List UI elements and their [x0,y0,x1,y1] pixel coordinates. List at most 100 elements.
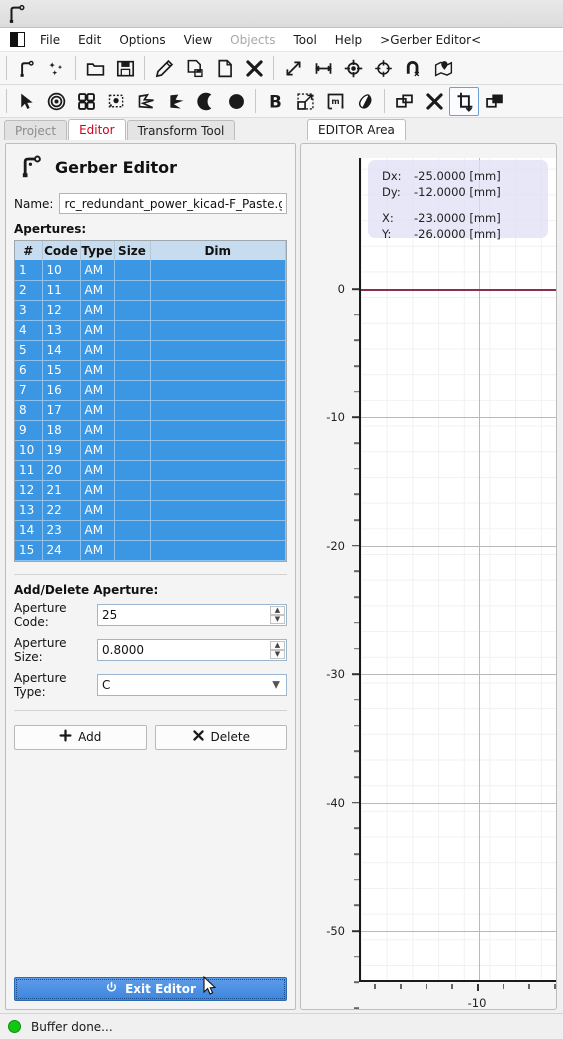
cell-aperture-dim[interactable] [150,400,286,421]
cell-aperture-type[interactable]: AM [80,500,115,521]
cell-aperture-index[interactable]: 4 [15,320,43,341]
cell-aperture-type[interactable]: AM [80,320,115,341]
cell-aperture-size[interactable] [114,420,151,441]
cell-aperture-type[interactable]: AM [80,400,115,421]
cell-aperture-size[interactable] [114,280,151,301]
cell-aperture-type[interactable]: AM [80,460,115,481]
tab-editor[interactable]: Editor [68,119,126,140]
cell-aperture-size[interactable] [114,300,151,321]
aperture-code-stepper[interactable]: ▲ ▼ [97,603,287,626]
cell-aperture-index[interactable]: 1 [15,260,43,281]
markarea-icon[interactable]: m [320,87,350,116]
cell-aperture-code[interactable]: 20 [42,460,81,481]
table-row[interactable]: 8 17 AM [15,400,286,421]
distance-diagonal-icon[interactable] [278,54,308,83]
distance-min-icon[interactable] [308,54,338,83]
tab-transform-tool[interactable]: Transform Tool [126,120,236,140]
add-aperture-button[interactable]: Add [14,724,147,750]
cell-aperture-dim[interactable] [150,440,286,461]
plot-canvas[interactable]: Dx: -25.0000 [mm] Dy: -12.0000 [mm] X: -… [359,158,556,982]
table-row[interactable]: 13 22 AM [15,500,286,521]
copy-shape-icon[interactable] [389,87,419,116]
tab-project[interactable]: Project [4,120,68,140]
cell-aperture-dim[interactable] [150,360,286,381]
cell-aperture-size[interactable] [114,340,151,361]
table-row[interactable]: 3 12 AM [15,300,286,321]
cell-aperture-code[interactable]: 17 [42,400,81,421]
add-pad-array-icon[interactable] [71,87,101,116]
locate-in-object-icon[interactable] [428,54,458,83]
cell-aperture-size[interactable] [114,260,151,281]
select-arrow-icon[interactable] [11,87,41,116]
add-disc-icon[interactable] [221,87,251,116]
cell-aperture-code[interactable]: 14 [42,340,81,361]
column-header-size[interactable]: Size [114,241,151,260]
table-row[interactable]: 2 11 AM [15,280,286,301]
cell-aperture-type[interactable]: AM [80,520,115,541]
edit-pencil-icon[interactable] [149,54,179,83]
cell-aperture-dim[interactable] [150,480,286,501]
cell-aperture-code[interactable]: 21 [42,480,81,501]
aperture-size-stepper[interactable]: ▲ ▼ [97,638,287,661]
aperture-type-select[interactable]: C ▼ [97,673,287,696]
cell-aperture-index[interactable]: 12 [15,480,43,501]
buffer-b-icon[interactable]: B [260,87,290,116]
cell-aperture-index[interactable]: 10 [15,440,43,461]
cell-aperture-dim[interactable] [150,460,286,481]
exit-editor-button[interactable]: Exit Editor [14,977,287,1001]
aperture-size-input[interactable] [98,639,286,660]
cell-aperture-code[interactable]: 15 [42,360,81,381]
spin-up-icon[interactable]: ▲ [270,605,285,615]
open-folder-icon[interactable] [80,54,110,83]
panel-toggle-icon[interactable] [10,32,25,47]
cell-aperture-type[interactable]: AM [80,420,115,441]
cell-aperture-dim[interactable] [150,260,286,281]
cell-aperture-size[interactable] [114,460,151,481]
aperture-code-spin-buttons[interactable]: ▲ ▼ [270,605,285,624]
cell-aperture-index[interactable]: 15 [15,540,43,561]
cell-aperture-code[interactable]: 13 [42,320,81,341]
cell-aperture-type[interactable]: AM [80,380,115,401]
cell-aperture-index[interactable]: 7 [15,380,43,401]
add-pad-circle-icon[interactable] [41,87,71,116]
transform-crop-icon[interactable] [449,86,479,116]
table-row[interactable]: 5 14 AM [15,340,286,361]
cell-aperture-code[interactable]: 24 [42,540,81,561]
cell-aperture-dim[interactable] [150,280,286,301]
cell-aperture-index[interactable]: 2 [15,280,43,301]
object-name-input[interactable] [59,193,287,214]
jump-to-location-icon[interactable] [368,54,398,83]
menu-tool[interactable]: Tool [284,31,325,49]
table-row[interactable]: 15 24 AM [15,540,286,561]
cell-aperture-index[interactable]: 11 [15,460,43,481]
cell-aperture-dim[interactable] [150,380,286,401]
save-object-icon[interactable] [179,54,209,83]
origin-crosshair-icon[interactable] [338,54,368,83]
cell-aperture-index[interactable]: 6 [15,360,43,381]
cell-aperture-index[interactable]: 5 [15,340,43,361]
cell-aperture-dim[interactable] [150,420,286,441]
scale-icon[interactable] [290,87,320,116]
table-row[interactable]: 11 20 AM [15,460,286,481]
cell-aperture-dim[interactable] [150,300,286,321]
spin-up-icon[interactable]: ▲ [270,640,285,650]
delete-shape-icon[interactable] [419,87,449,116]
add-poligonize-icon[interactable] [131,87,161,116]
cell-aperture-dim[interactable] [150,320,286,341]
cell-aperture-type[interactable]: AM [80,300,115,321]
editor-canvas-area[interactable]: Dx: -25.0000 [mm] Dy: -12.0000 [mm] X: -… [300,143,557,1010]
add-semidisc-icon[interactable] [161,87,191,116]
cell-aperture-type[interactable]: AM [80,440,115,461]
delete-aperture-button[interactable]: Delete [154,724,287,750]
cell-aperture-code[interactable]: 18 [42,420,81,441]
cell-aperture-code[interactable]: 23 [42,520,81,541]
cell-aperture-type[interactable]: AM [80,280,115,301]
new-script-icon[interactable] [41,54,71,83]
cell-aperture-dim[interactable] [150,520,286,541]
cell-aperture-size[interactable] [114,480,151,501]
cell-aperture-code[interactable]: 19 [42,440,81,461]
cell-aperture-code[interactable]: 12 [42,300,81,321]
aperture-code-input[interactable] [98,604,286,625]
cell-aperture-type[interactable]: AM [80,260,115,281]
delete-x-icon[interactable] [239,54,269,83]
